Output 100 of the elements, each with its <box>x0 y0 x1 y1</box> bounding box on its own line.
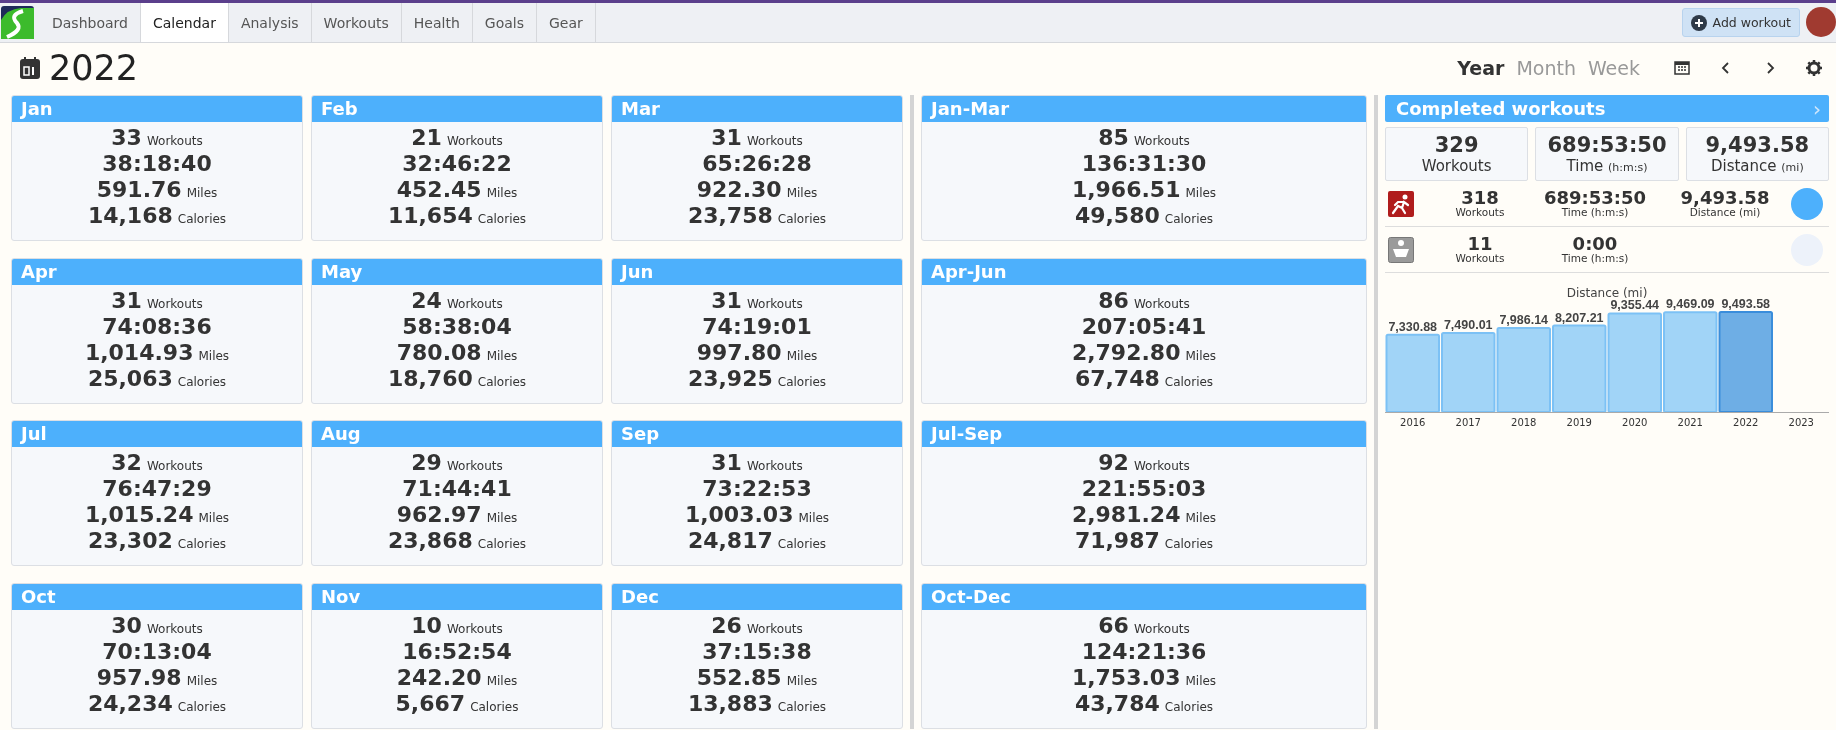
card-title[interactable]: Apr-Jun <box>922 258 1366 285</box>
nav-tab[interactable]: Goals <box>472 3 537 42</box>
workout-count: 30 <box>111 612 142 638</box>
bar-value-label: 7,330.88 <box>1388 319 1438 334</box>
workout-count: 32 <box>111 450 142 475</box>
settings-icon[interactable] <box>1806 60 1822 76</box>
card-title[interactable]: Jul <box>12 421 302 447</box>
miles-label: Miles <box>486 673 518 688</box>
miles-label: Miles <box>786 186 818 200</box>
calories-value: 71,987 <box>1074 528 1160 553</box>
panel-title: Completed workouts <box>1396 98 1606 119</box>
calories-value: 25,063 <box>87 365 173 391</box>
calories-label: Calories <box>777 374 827 389</box>
completed-workouts-header[interactable]: Completed workouts › <box>1385 95 1829 122</box>
calories-label: Calories <box>177 374 227 389</box>
distance-value: 957.98 <box>96 664 182 690</box>
distance-bar[interactable] <box>1607 312 1662 413</box>
bar-value-label: 9,355.44 <box>1610 298 1660 313</box>
year-axis-label: 2019 <box>1566 417 1592 428</box>
miles-label: Miles <box>1185 511 1217 525</box>
bar-value-label: 9,469.09 <box>1665 297 1715 312</box>
distance-value: 1,966.51 <box>1071 177 1181 202</box>
workout-count: 29 <box>411 450 442 475</box>
distance-bar[interactable] <box>1718 311 1773 413</box>
card-title[interactable]: Jun <box>612 258 902 285</box>
card-title[interactable]: Oct <box>12 583 302 610</box>
nav-tab[interactable]: Health <box>401 3 473 42</box>
activity-distance: 9,493.58 <box>1680 189 1770 208</box>
calories-label: Calories <box>777 212 827 226</box>
year-axis-label: 2022 <box>1733 417 1759 428</box>
workout-count: 31 <box>711 287 742 313</box>
distance-value: 962.97 <box>396 502 482 527</box>
miles-label: Miles <box>198 348 230 363</box>
calendar-grid-icon[interactable] <box>1674 60 1690 76</box>
card-title[interactable]: Jul-Sep <box>922 421 1366 447</box>
calories-label: Calories <box>177 699 227 714</box>
miles-label: Miles <box>786 673 818 688</box>
card-title[interactable]: Feb <box>312 96 602 122</box>
calories-value: 24,817 <box>687 528 773 553</box>
calories-label: Calories <box>477 537 527 551</box>
distance-value: 1,003.03 <box>684 502 794 527</box>
avatar[interactable] <box>1806 7 1836 37</box>
calories-value: 23,925 <box>687 365 773 391</box>
time-label: Time (h:m:s) <box>1561 207 1629 218</box>
nav-tab[interactable]: Dashboard <box>40 3 141 42</box>
workouts-label: Workouts <box>746 621 803 636</box>
card-title[interactable]: Jan <box>12 96 302 122</box>
nav-tab[interactable]: Workouts <box>311 3 402 42</box>
app-logo-icon[interactable] <box>1 6 34 39</box>
miles-label: Miles <box>186 186 218 200</box>
workout-count: 66 <box>1098 612 1129 638</box>
year-axis-label: 2021 <box>1677 417 1703 428</box>
workout-count: 31 <box>111 287 142 313</box>
workouts-label: Workouts <box>446 621 503 636</box>
chevron-right-icon[interactable]: › <box>1813 96 1821 121</box>
workout-count: 31 <box>711 450 742 475</box>
total-label: Workouts <box>1421 157 1492 175</box>
calories-value: 24,234 <box>87 690 173 716</box>
year-axis-label: 2016 <box>1400 417 1426 428</box>
total-value: 329 <box>1434 133 1479 157</box>
distance-bar[interactable] <box>1385 333 1440 413</box>
workouts-label: Workouts <box>1133 621 1190 636</box>
total-time: 38:18:40 <box>102 151 212 176</box>
total-value: 689:53:50 <box>1547 133 1667 157</box>
card-title[interactable]: Nov <box>312 583 602 610</box>
person-icon <box>1388 236 1414 263</box>
card-title[interactable]: Sep <box>612 421 902 447</box>
card-title[interactable]: Aug <box>312 421 602 447</box>
card-title[interactable]: Dec <box>612 583 902 610</box>
calories-value: 5,667 <box>395 690 466 716</box>
distance-value: 780.08 <box>396 339 482 365</box>
distance-value: 552.85 <box>696 664 782 690</box>
view-tab[interactable]: Year <box>1451 57 1511 79</box>
distance-bar[interactable] <box>1441 332 1496 413</box>
year-axis-label: 2020 <box>1622 417 1648 428</box>
nav-tab[interactable]: Analysis <box>228 3 312 42</box>
chart-title: Distance (mi) <box>1566 286 1648 300</box>
card-title[interactable]: Apr <box>12 258 302 285</box>
workouts-label: Workouts <box>446 459 503 473</box>
total-time: 58:38:04 <box>402 313 512 339</box>
runner-icon <box>1388 190 1414 217</box>
distance-value: 591.76 <box>96 177 182 202</box>
calories-label: Calories <box>477 374 527 389</box>
card-title[interactable]: Mar <box>612 96 902 122</box>
card-title[interactable]: Oct-Dec <box>922 583 1366 610</box>
nav-tab[interactable]: Gear <box>536 3 596 42</box>
distance-bar[interactable] <box>1663 311 1718 413</box>
card-title[interactable]: Jan-Mar <box>922 96 1366 122</box>
view-tab[interactable]: Month <box>1510 57 1582 79</box>
year-axis-label: 2023 <box>1788 417 1814 428</box>
view-tab[interactable]: Week <box>1581 57 1646 79</box>
total-time: 16:52:54 <box>402 638 512 664</box>
distance-bar[interactable] <box>1496 326 1551 413</box>
card-title[interactable]: May <box>312 258 602 285</box>
total-label: Time (h:m:s) <box>1566 157 1648 175</box>
add-workout-button[interactable]: Add workout <box>1681 8 1800 37</box>
calories-label: Calories <box>1164 374 1214 389</box>
miles-label: Miles <box>486 186 518 200</box>
distance-bar[interactable] <box>1552 324 1607 413</box>
nav-tab[interactable]: Calendar <box>140 3 229 42</box>
